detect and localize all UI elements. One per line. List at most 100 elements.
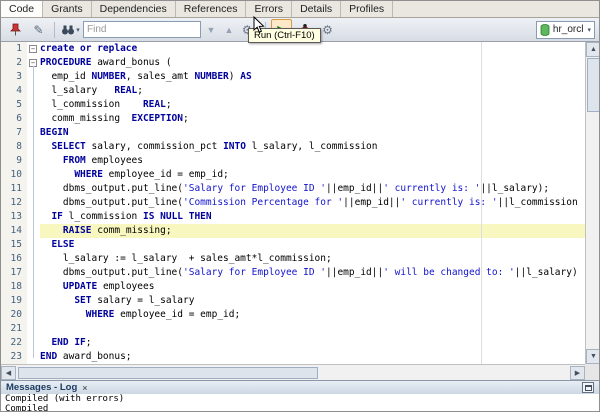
tab-grants[interactable]: Grants [43, 1, 92, 17]
code-line[interactable]: 17 dbms_output.put_line('Salary for Empl… [1, 266, 585, 280]
connection-label: hr_orcl [553, 24, 584, 35]
line-number: 9 [1, 154, 27, 168]
code-lines: 1−create or replace2−PROCEDURE award_bon… [1, 42, 585, 364]
line-number: 15 [1, 238, 27, 252]
line-number: 10 [1, 168, 27, 182]
scroll-left-button[interactable]: ◀ [1, 366, 16, 380]
line-number: 16 [1, 252, 27, 266]
restore-window-icon[interactable] [582, 382, 594, 393]
scrollbar-corner [585, 364, 600, 380]
code-line[interactable]: 8 SELECT salary, commission_pct INTO l_s… [1, 140, 585, 154]
code-line[interactable]: 6 comm_missing EXCEPTION; [1, 112, 585, 126]
fold-collapse-icon[interactable]: − [29, 45, 37, 53]
code-text[interactable]: l_salary := l_salary + sales_amt*l_commi… [40, 252, 585, 266]
messages-log-body: Compiled (with errors) Compiled [1, 394, 599, 412]
code-text[interactable]: BEGIN [40, 126, 585, 140]
line-number: 7 [1, 126, 27, 140]
code-line[interactable]: 10 WHERE employee_id = emp_id; [1, 168, 585, 182]
fold-margin[interactable]: − [27, 42, 40, 56]
code-line[interactable]: 16 l_salary := l_salary + sales_amt*l_co… [1, 252, 585, 266]
tab-code[interactable]: Code [1, 1, 43, 17]
find-input[interactable] [83, 21, 201, 38]
code-text[interactable]: comm_missing EXCEPTION; [40, 112, 585, 126]
code-line[interactable]: 14 RAISE comm_missing; [1, 224, 585, 238]
code-text[interactable]: WHERE employee_id = emp_id; [40, 168, 585, 182]
find-next-button[interactable]: ▼ [203, 19, 219, 40]
code-line[interactable]: 11 dbms_output.put_line('Salary for Empl… [1, 182, 585, 196]
find-previous-button[interactable]: ▲ [221, 19, 237, 40]
code-line[interactable]: 3 emp_id NUMBER, sales_amt NUMBER) AS [1, 70, 585, 84]
code-line[interactable]: 12 dbms_output.put_line('Commission Perc… [1, 196, 585, 210]
right-margin-guide [481, 42, 482, 364]
code-line[interactable]: 1−create or replace [1, 42, 585, 56]
code-text[interactable]: ELSE [40, 238, 585, 252]
connection-selector[interactable]: hr_orcl ▾ [536, 21, 595, 39]
code-line[interactable]: 7 BEGIN [1, 126, 585, 140]
line-number: 14 [1, 224, 27, 238]
code-line[interactable]: 4 l_salary REAL; [1, 84, 585, 98]
code-fold-scope-line [33, 66, 34, 358]
tab-details[interactable]: Details [292, 1, 341, 17]
code-text[interactable]: END award_bonus; [40, 350, 585, 364]
code-text[interactable]: SELECT salary, commission_pct INTO l_sal… [40, 140, 585, 154]
arrow-down-icon: ▼ [207, 25, 216, 35]
messages-log-header[interactable]: Messages - Log × [1, 381, 599, 394]
line-number: 1 [1, 42, 27, 56]
code-text[interactable]: l_commission REAL; [40, 98, 585, 112]
code-text[interactable] [40, 322, 585, 336]
scroll-right-button[interactable]: ▶ [570, 366, 585, 380]
editor-tab-bar: Code Grants Dependencies References Erro… [1, 1, 599, 18]
code-line[interactable]: 20 WHERE employee_id = emp_id; [1, 308, 585, 322]
edit-button[interactable]: ✎ [28, 19, 49, 40]
line-number: 22 [1, 336, 27, 350]
tab-references[interactable]: References [176, 1, 247, 17]
gear-icon: ⚙ [322, 23, 333, 37]
code-text[interactable]: create or replace [40, 42, 585, 56]
code-text[interactable]: dbms_output.put_line('Commission Percent… [40, 196, 585, 210]
tab-dependencies[interactable]: Dependencies [92, 1, 176, 17]
line-number: 2 [1, 56, 27, 70]
code-line[interactable]: 13 IF l_commission IS NULL THEN [1, 210, 585, 224]
code-text[interactable]: SET salary = l_salary [40, 294, 585, 308]
scroll-up-button[interactable]: ▲ [586, 42, 600, 57]
code-text[interactable]: IF l_commission IS NULL THEN [40, 210, 585, 224]
code-line[interactable]: 22 END IF; [1, 336, 585, 350]
code-line[interactable]: 19 SET salary = l_salary [1, 294, 585, 308]
code-text[interactable]: FROM employees [40, 154, 585, 168]
code-text[interactable]: WHERE employee_id = emp_id; [40, 308, 585, 322]
code-line[interactable]: 2−PROCEDURE award_bonus ( [1, 56, 585, 70]
code-text[interactable]: l_salary REAL; [40, 84, 585, 98]
line-number: 17 [1, 266, 27, 280]
pencil-icon: ✎ [33, 23, 43, 37]
code-line[interactable]: 21 [1, 322, 585, 336]
code-text[interactable]: UPDATE employees [40, 280, 585, 294]
code-text[interactable]: dbms_output.put_line('Salary for Employe… [40, 266, 585, 280]
code-line[interactable]: 18 UPDATE employees [1, 280, 585, 294]
tab-profiles[interactable]: Profiles [341, 1, 393, 17]
code-text[interactable]: RAISE comm_missing; [40, 224, 585, 238]
freeze-pin-button[interactable] [5, 19, 26, 40]
line-number: 3 [1, 70, 27, 84]
code-line[interactable]: 5 l_commission REAL; [1, 98, 585, 112]
code-editor[interactable]: 1−create or replace2−PROCEDURE award_bon… [1, 42, 585, 364]
horizontal-scrollbar[interactable]: ◀ ▶ [1, 364, 585, 380]
line-number: 20 [1, 308, 27, 322]
code-line[interactable]: 23END award_bonus; [1, 350, 585, 364]
code-text[interactable]: END IF; [40, 336, 585, 350]
vertical-scroll-thumb[interactable] [587, 58, 600, 112]
tab-errors[interactable]: Errors [246, 1, 292, 17]
database-icon [540, 24, 550, 36]
close-icon[interactable]: × [82, 383, 87, 393]
code-text[interactable]: emp_id NUMBER, sales_amt NUMBER) AS [40, 70, 585, 84]
vertical-scrollbar[interactable]: ▲ ▼ [585, 42, 600, 364]
scroll-down-button[interactable]: ▼ [586, 349, 600, 364]
code-line[interactable]: 15 ELSE [1, 238, 585, 252]
code-text[interactable]: PROCEDURE award_bonus ( [40, 56, 585, 70]
find-options-button[interactable]: ▾ [60, 19, 81, 40]
line-number: 21 [1, 322, 27, 336]
line-number: 8 [1, 140, 27, 154]
code-text[interactable]: dbms_output.put_line('Salary for Employe… [40, 182, 585, 196]
horizontal-scroll-thumb[interactable] [18, 367, 318, 379]
code-line[interactable]: 9 FROM employees [1, 154, 585, 168]
messages-log-title: Messages - Log [6, 382, 77, 393]
